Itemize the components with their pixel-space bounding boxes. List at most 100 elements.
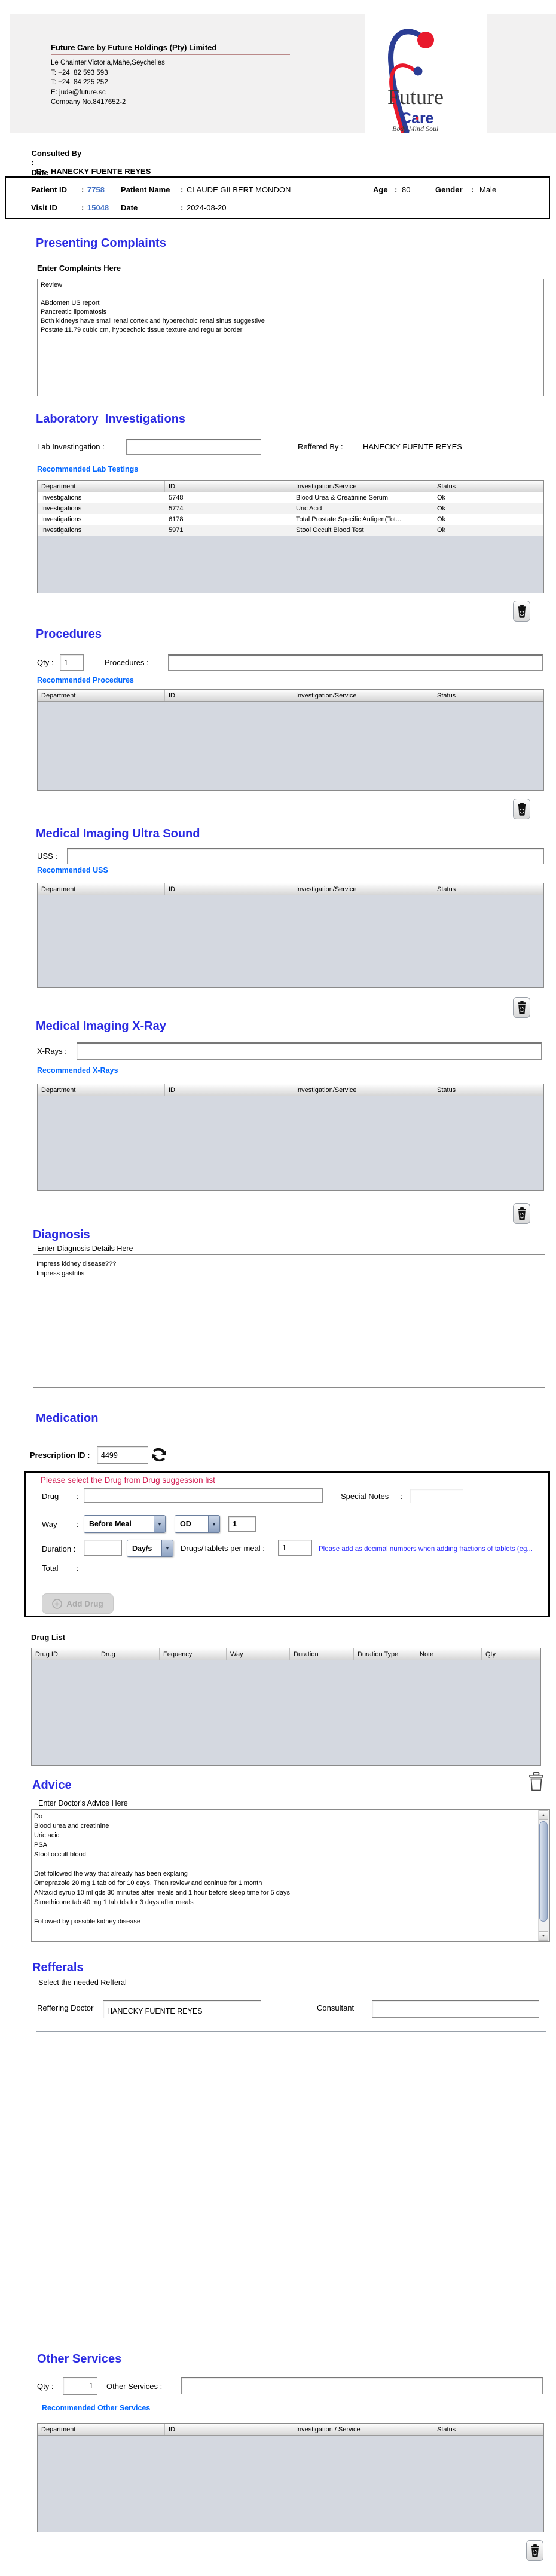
complaints-textarea[interactable]: Review ABdomen US report Pancreatic lipo… [37, 279, 544, 396]
col-duration-type[interactable]: Duration Type [354, 1648, 416, 1660]
company-phone1: T: +24 82 593 593 [51, 69, 108, 77]
trash-icon [517, 1001, 526, 1014]
table-row[interactable]: Investigations 5971 Stool Occult Blood T… [38, 525, 543, 536]
col-department[interactable]: Department [38, 883, 165, 895]
add-drug-label: Add Drug [66, 1599, 103, 1608]
col-status[interactable]: Status [433, 2424, 543, 2435]
gender-label: Gender [435, 185, 463, 194]
procedures-qty-label: Qty : [37, 658, 54, 667]
col-frequency[interactable]: Fequency [160, 1648, 227, 1660]
col-note[interactable]: Note [416, 1648, 482, 1660]
col-drug[interactable]: Drug [97, 1648, 160, 1660]
advice-scrollbar[interactable]: ▲ ▼ [538, 1810, 549, 1941]
recommended-lab-link[interactable]: Recommended Lab Testings [37, 465, 138, 473]
col-service[interactable]: Investigation/Service [292, 1084, 433, 1096]
referral-list-box[interactable] [36, 2031, 546, 2326]
consultant-label: Consultant [317, 2003, 355, 2012]
procedures-delete-button[interactable] [513, 799, 530, 819]
col-id[interactable]: ID [165, 1084, 292, 1096]
col-drug-id[interactable]: Drug ID [32, 1648, 97, 1660]
drug-input[interactable] [84, 1488, 323, 1503]
col-status[interactable]: Status [433, 690, 543, 701]
col-service[interactable]: Investigation/Service [292, 883, 433, 895]
special-notes-input[interactable] [410, 1489, 463, 1503]
procedures-input[interactable] [168, 654, 543, 671]
section-title-other-services: Other Services [37, 2352, 122, 2366]
col-department[interactable]: Department [38, 481, 165, 492]
logo-red-dot [417, 32, 434, 48]
per-meal-input[interactable] [278, 1540, 312, 1556]
col-id[interactable]: ID [165, 883, 292, 895]
referrals-sub-label: Select the needed Refferal [38, 1978, 127, 1987]
add-drug-button[interactable]: Add Drug [42, 1593, 114, 1614]
recommended-other-link[interactable]: Recommended Other Services [42, 2404, 150, 2412]
lab-investigation-input[interactable] [126, 439, 261, 455]
patient-id-value: 7758 [87, 185, 105, 194]
colon: : [77, 1564, 79, 1572]
prescription-refresh-button[interactable] [151, 1446, 167, 1467]
recommended-xray-link[interactable]: Recommended X-Rays [37, 1066, 118, 1075]
advice-delete-button[interactable] [528, 1772, 544, 1795]
patient-name-value: CLAUDE GILBERT MONDON [187, 185, 291, 194]
diagnosis-textarea[interactable]: Impress kidney disease??? Impress gastri… [33, 1254, 545, 1388]
way-select[interactable]: Before Meal ▼ [84, 1515, 166, 1533]
col-qty[interactable]: Qty [482, 1648, 540, 1660]
lab-table-rows: Investigations 5748 Blood Urea & Creatin… [38, 492, 543, 536]
referring-doctor-input[interactable] [103, 2000, 261, 2018]
other-services-input[interactable] [181, 2377, 543, 2394]
age-value: 80 [402, 185, 411, 194]
uss-input[interactable] [67, 848, 544, 864]
colon: : [81, 203, 84, 212]
col-department[interactable]: Department [38, 2424, 165, 2435]
col-status[interactable]: Status [433, 883, 543, 895]
company-name: Future Care by Future Holdings (Pty) Lim… [51, 43, 217, 52]
lab-delete-button[interactable] [513, 601, 530, 622]
frequency-select-value: OD [180, 1520, 191, 1528]
uss-delete-button[interactable] [513, 997, 530, 1018]
recommended-uss-link[interactable]: Recommended USS [37, 866, 108, 874]
col-status[interactable]: Status [433, 481, 543, 492]
col-service[interactable]: Investigation / Service [292, 2424, 433, 2435]
scroll-down-arrow[interactable]: ▼ [539, 1931, 548, 1941]
col-department[interactable]: Department [38, 1084, 165, 1096]
table-row[interactable]: Investigations 5774 Uric Acid Ok [38, 503, 543, 514]
dose-input[interactable] [228, 1516, 256, 1532]
scrollbar-thumb[interactable] [539, 1821, 548, 1922]
duration-label: Duration : [42, 1544, 76, 1553]
other-delete-button[interactable] [526, 2540, 543, 2561]
duration-unit-select[interactable]: Day/s ▼ [127, 1540, 173, 1557]
col-id[interactable]: ID [165, 690, 292, 701]
other-qty-input[interactable] [63, 2377, 97, 2395]
xray-input[interactable] [77, 1042, 542, 1060]
colon: : [77, 1520, 79, 1529]
col-department[interactable]: Department [38, 690, 165, 701]
col-way[interactable]: Way [227, 1648, 290, 1660]
trash-outline-icon [529, 1772, 543, 1791]
col-service[interactable]: Investigation/Service [292, 690, 433, 701]
consultant-input[interactable] [372, 2000, 539, 2018]
col-status[interactable]: Status [433, 1084, 543, 1096]
referred-by-label: Reffered By : [298, 442, 343, 451]
col-id[interactable]: ID [165, 481, 292, 492]
date-label: Date [31, 168, 48, 177]
scroll-up-arrow[interactable]: ▲ [539, 1810, 548, 1820]
col-duration[interactable]: Duration [290, 1648, 354, 1660]
frequency-select[interactable]: OD ▼ [175, 1515, 220, 1533]
advice-sub-label: Enter Doctor's Advice Here [38, 1799, 128, 1807]
advice-textarea[interactable]: Do Blood urea and creatinine Uric acid P… [31, 1809, 550, 1942]
section-title-uss: Medical Imaging Ultra Sound [36, 827, 200, 840]
duration-input[interactable] [84, 1540, 122, 1556]
way-select-value: Before Meal [89, 1520, 132, 1528]
prescription-id-input[interactable] [97, 1446, 148, 1464]
chevron-down-icon: ▼ [161, 1540, 173, 1556]
table-row[interactable]: Investigations 6178 Total Prostate Speci… [38, 514, 543, 525]
section-title-laboratory: Laboratory Investigations [36, 412, 186, 426]
xray-delete-button[interactable] [513, 1203, 530, 1224]
patient-id-label: Patient ID [31, 185, 67, 194]
trash-icon [517, 802, 526, 816]
col-service[interactable]: Investigation/Service [292, 481, 433, 492]
recommended-procedures-link[interactable]: Recommended Procedures [37, 676, 134, 684]
procedures-qty-input[interactable] [60, 654, 84, 671]
table-row[interactable]: Investigations 5748 Blood Urea & Creatin… [38, 492, 543, 503]
col-id[interactable]: ID [165, 2424, 292, 2435]
